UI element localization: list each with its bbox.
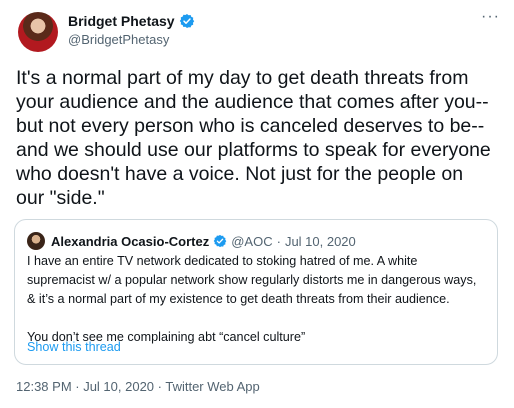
quoted-meta-separator: · <box>276 233 281 249</box>
tweet-text: It's a normal part of my day to get deat… <box>16 67 491 209</box>
quoted-tweet-header: Alexandria Ocasio-Cortez @AOC · Jul 10, … <box>27 232 356 250</box>
quoted-tweet-text: I have an entire TV network dedicated to… <box>27 254 477 344</box>
quoted-author-name: Alexandria Ocasio-Cortez <box>51 233 210 249</box>
author-name-row: Bridget Phetasy <box>68 13 195 29</box>
author-display-name[interactable]: Bridget Phetasy <box>68 13 175 29</box>
author-avatar[interactable] <box>18 12 58 52</box>
author-handle[interactable]: @BridgetPhetasy <box>68 32 195 47</box>
author-block: Bridget Phetasy @BridgetPhetasy <box>68 13 195 47</box>
tweet-card: Bridget Phetasy @BridgetPhetasy ··· It's… <box>0 0 514 408</box>
verified-badge-icon <box>179 14 194 28</box>
quoted-author-avatar <box>27 232 45 250</box>
quoted-tweet[interactable]: Alexandria Ocasio-Cortez @AOC · Jul 10, … <box>14 219 498 365</box>
show-thread-link[interactable]: Show this thread <box>27 340 121 354</box>
more-options-icon[interactable]: ··· <box>481 8 500 26</box>
tweet-timestamp[interactable]: 12:38 PM · Jul 10, 2020 · Twitter Web Ap… <box>16 379 260 394</box>
quoted-author-handle: @AOC <box>231 233 273 249</box>
quoted-tweet-date: Jul 10, 2020 <box>284 233 356 249</box>
quoted-verified-badge-icon <box>213 234 227 248</box>
